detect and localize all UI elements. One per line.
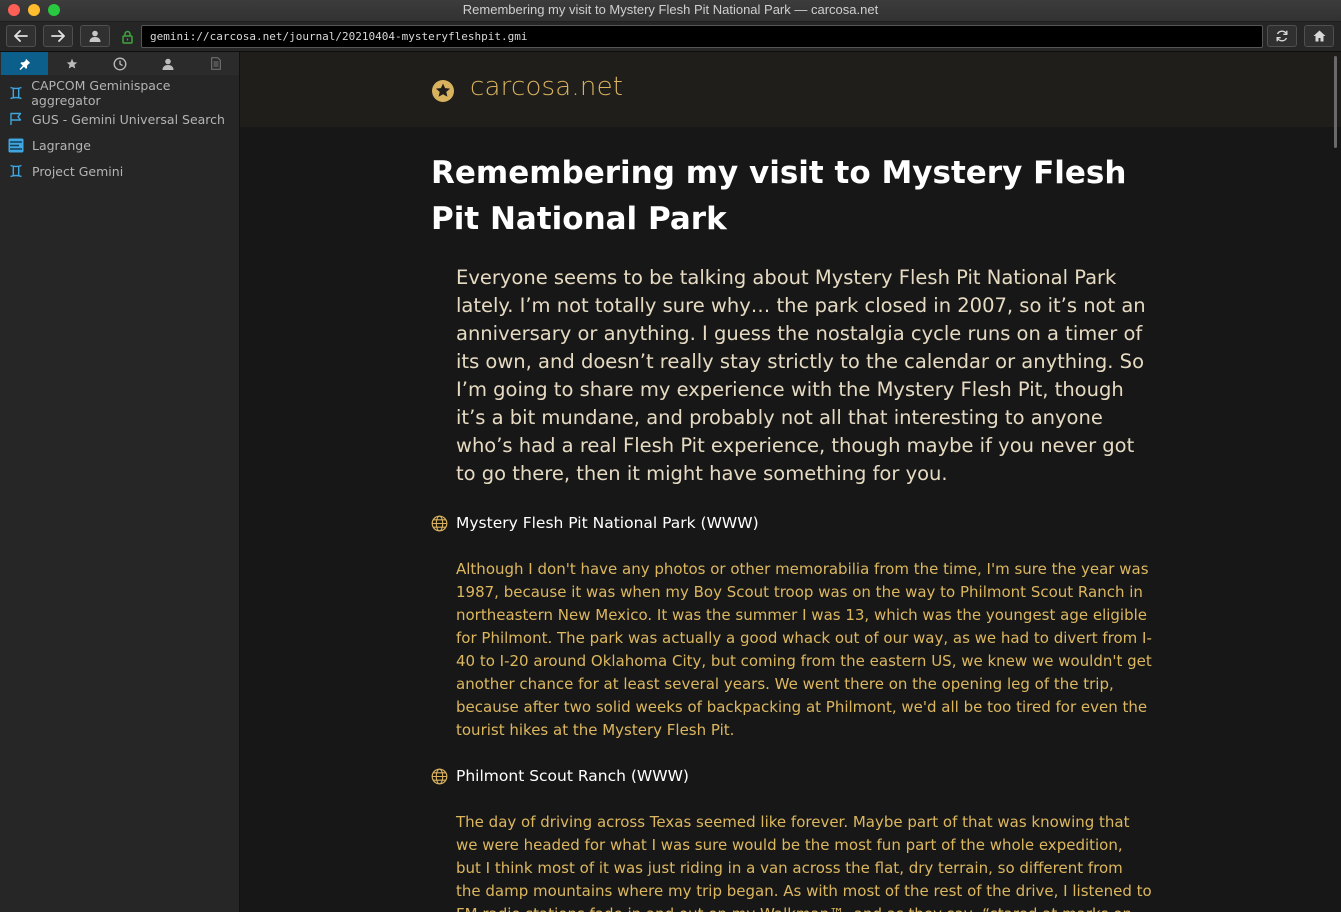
reload-button[interactable]: [1267, 25, 1297, 47]
lede-paragraph: Everyone seems to be talking about Myste…: [456, 266, 1146, 485]
body-paragraph: Although I don't have any photos or othe…: [456, 560, 1152, 739]
title-bar: Remembering my visit to Mystery Flesh Pi…: [0, 0, 1341, 22]
sidebar-tabs: [0, 52, 239, 75]
forward-button[interactable]: [43, 25, 73, 47]
star-circle-icon: [432, 80, 454, 102]
sidebar-item-lagrange[interactable]: Lagrange: [0, 132, 239, 158]
sidebar-item-label: CAPCOM Geminispace aggregator: [31, 78, 171, 108]
home-icon: [1313, 30, 1325, 42]
sidebar-item-gus[interactable]: GUS - Gemini Universal Search: [0, 106, 239, 132]
back-button[interactable]: [6, 25, 36, 47]
navigation-toolbar: gemini://carcosa.net/journal/20210404-my…: [0, 22, 1341, 52]
tab-history[interactable]: [96, 52, 143, 75]
gemini-glyph-icon: [0, 164, 32, 178]
pin-icon: [19, 58, 30, 70]
lagrange-logo-icon: [0, 138, 32, 153]
link-mystery-flesh-pit[interactable]: Mystery Flesh Pit National Park (WWW): [431, 512, 1131, 534]
arrow-left-icon: [14, 30, 28, 42]
sidebar-item-label: GUS - Gemini Universal Search: [32, 111, 225, 127]
body-paragraph: The day of driving across Texas seemed l…: [456, 813, 1152, 912]
lock-icon[interactable]: [119, 28, 135, 46]
gemini-glyph-icon: [0, 86, 31, 100]
sidebar-item-label: Project Gemini: [32, 163, 124, 179]
clock-icon: [113, 57, 126, 70]
globe-icon: [431, 515, 456, 532]
page-icon: [210, 57, 221, 70]
tab-bookmarks[interactable]: [1, 52, 48, 75]
globe-icon: [431, 768, 456, 785]
sidebar-item-capcom[interactable]: CAPCOM Geminispace aggregator: [0, 78, 239, 108]
site-title: carcosa.net: [470, 72, 624, 102]
tab-feeds[interactable]: [48, 52, 95, 75]
link-label: Philmont Scout Ranch (WWW): [456, 767, 689, 785]
window-title: Remembering my visit to Mystery Flesh Pi…: [462, 2, 879, 17]
flag-icon: [0, 112, 32, 126]
sidebar: CAPCOM Geminispace aggregator GUS - Gemi…: [0, 52, 240, 912]
link-label: Mystery Flesh Pit National Park (WWW): [456, 514, 759, 532]
url-input[interactable]: gemini://carcosa.net/journal/20210404-my…: [141, 25, 1263, 48]
sidebar-item-project-gemini[interactable]: Project Gemini: [0, 158, 239, 184]
arrow-right-icon: [51, 30, 65, 42]
link-philmont[interactable]: Philmont Scout Ranch (WWW): [431, 765, 1131, 787]
browser-window: Remembering my visit to Mystery Flesh Pi…: [0, 0, 1341, 912]
star-icon: [66, 58, 77, 68]
reload-icon: [1276, 30, 1288, 42]
user-icon: [89, 30, 101, 42]
site-banner[interactable]: carcosa.net: [240, 52, 1341, 127]
sidebar-item-label: Lagrange: [32, 137, 91, 153]
scrollbar[interactable]: [1334, 56, 1337, 148]
page-content: carcosa.net Remembering my visit to Myst…: [240, 52, 1341, 912]
tab-outline[interactable]: [192, 52, 239, 75]
tab-identities[interactable]: [144, 52, 191, 75]
page-title: Remembering my visit to Mystery Flesh Pi…: [431, 155, 1127, 237]
home-button[interactable]: [1304, 25, 1334, 47]
identity-button[interactable]: [80, 25, 110, 47]
user-icon: [162, 58, 173, 70]
